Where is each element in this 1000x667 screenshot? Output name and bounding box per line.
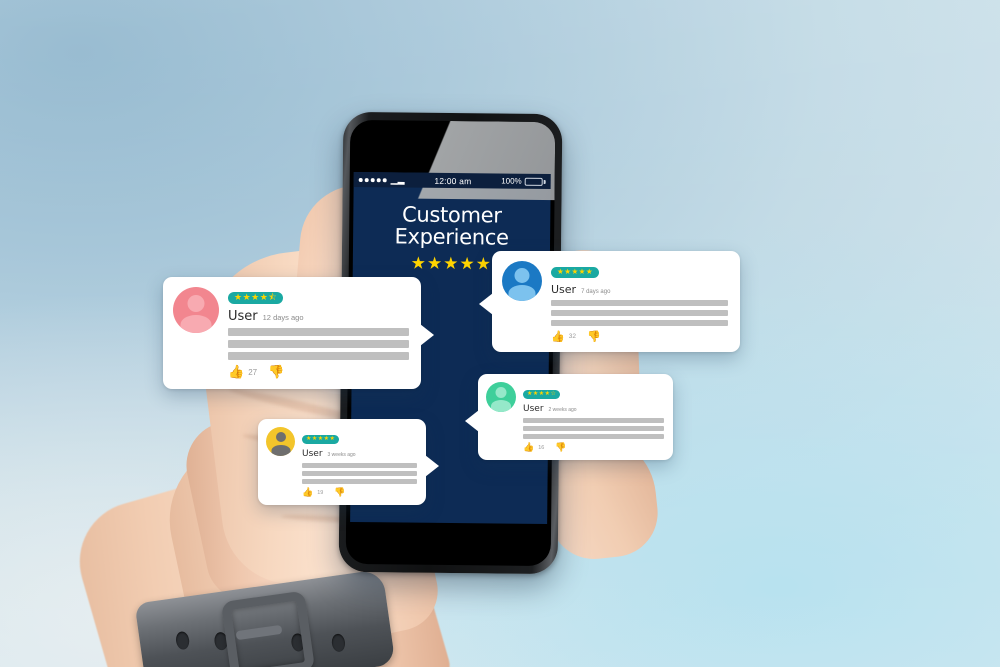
like-count: 16	[538, 444, 545, 451]
reviewer-name: User	[302, 449, 323, 459]
review-text-placeholder	[302, 463, 417, 484]
thumbs-up-icon[interactable]: 👍	[228, 364, 244, 380]
like-count: 27	[248, 367, 258, 377]
review-card[interactable]: ★★★★⯪ User 12 days ago 👍 27 👎	[163, 277, 434, 389]
reaction-row[interactable]: 👍 27 👎	[228, 364, 409, 380]
wifi-icon: ▁▂	[390, 174, 405, 185]
speech-bubble-tail	[479, 293, 493, 316]
speech-bubble-tail	[420, 324, 434, 347]
speech-bubble-tail	[465, 410, 479, 433]
avatar	[502, 261, 542, 301]
reviewer-name: User	[523, 404, 544, 414]
status-bar: ▁▂ 12:00 am 100%	[353, 171, 551, 190]
review-text-placeholder	[523, 418, 664, 439]
review-timestamp: 7 days ago	[581, 289, 611, 295]
rating-badge: ★★★★☆	[523, 390, 561, 399]
review-timestamp: 12 days ago	[262, 313, 304, 322]
review-timestamp: 3 weeks ago	[327, 452, 356, 458]
reaction-row[interactable]: 👍 19 👎	[302, 487, 417, 498]
rating-badge: ★★★★★	[551, 267, 600, 278]
thumbs-up-icon[interactable]: 👍	[551, 330, 565, 343]
battery-icon	[524, 177, 543, 186]
review-text-placeholder	[228, 328, 409, 360]
thumbs-down-icon[interactable]: 👎	[334, 487, 345, 498]
thumbs-up-icon[interactable]: 👍	[523, 442, 534, 453]
review-timestamp: 2 weeks ago	[548, 407, 577, 413]
review-card[interactable]: ★★★★☆ User 2 weeks ago 👍 16 👎	[465, 374, 673, 460]
rating-badge: ★★★★★	[302, 435, 340, 444]
signal-strength-icon	[358, 177, 387, 182]
rating-badge: ★★★★⯪	[228, 292, 284, 304]
thumbs-up-icon[interactable]: 👍	[302, 487, 313, 498]
review-card[interactable]: ★★★★★ User 3 weeks ago 👍 19 👎	[258, 419, 439, 505]
status-bar-clock: 12:00 am	[434, 175, 472, 186]
reviewer-name: User	[551, 283, 577, 296]
reviewer-name: User	[228, 309, 258, 324]
review-card[interactable]: ★★★★★ User 7 days ago 👍 32 👎	[479, 251, 740, 352]
reaction-row[interactable]: 👍 32 👎	[551, 330, 728, 343]
thumbs-down-icon[interactable]: 👎	[555, 442, 566, 453]
battery-percent-label: 100%	[501, 176, 522, 186]
avatar	[486, 382, 516, 412]
thumbs-down-icon[interactable]: 👎	[268, 364, 284, 380]
battery-nub-icon	[543, 179, 546, 184]
review-text-placeholder	[551, 300, 728, 326]
reaction-row[interactable]: 👍 16 👎	[523, 442, 664, 453]
avatar	[173, 287, 219, 333]
like-count: 32	[568, 333, 576, 340]
like-count: 19	[317, 489, 324, 496]
hero-line-2: Experience	[394, 224, 509, 250]
avatar	[266, 427, 295, 456]
speech-bubble-tail	[425, 455, 439, 478]
thumbs-down-icon[interactable]: 👎	[587, 330, 601, 343]
